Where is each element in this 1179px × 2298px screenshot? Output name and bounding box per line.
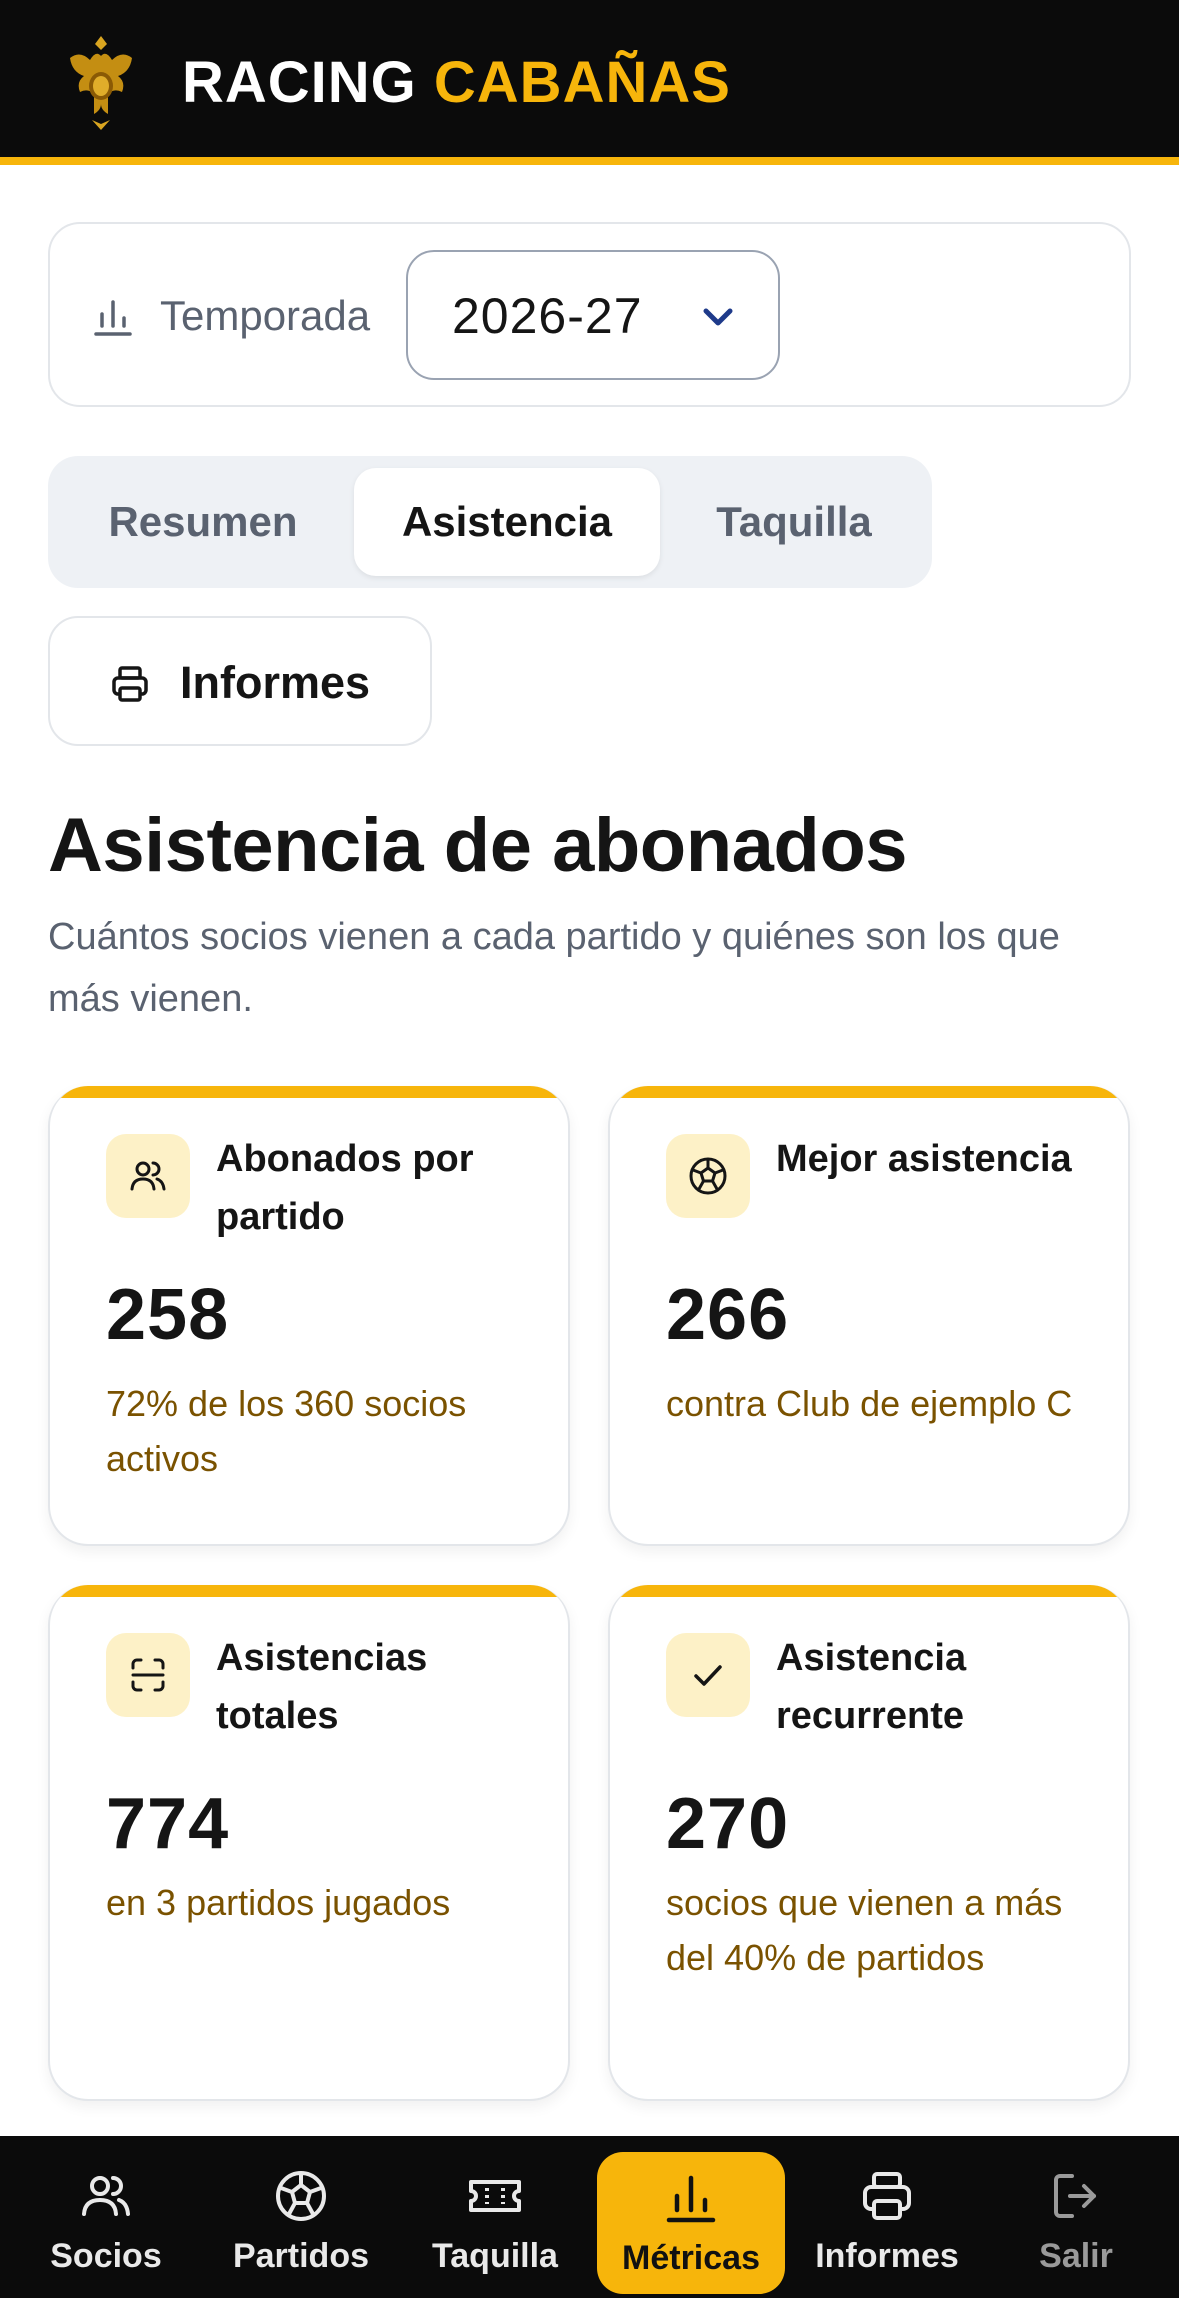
logout-icon	[1054, 2174, 1096, 2218]
ticket-icon	[469, 2180, 521, 2212]
ball-icon	[689, 1157, 727, 1195]
metric-value: 270	[666, 1784, 790, 1864]
section-title: Asistencia de abonados	[48, 803, 908, 888]
metric-card-asistencias-totales: Asistencias totales 774 en 3 partidos ju…	[48, 1585, 570, 2101]
chevron-down-icon	[703, 308, 733, 326]
bar-chart-icon	[666, 2175, 716, 2223]
metric-note: contra Club de ejemplo C	[666, 1383, 1073, 1424]
metric-value: 774	[106, 1784, 230, 1864]
metric-value: 266	[666, 1275, 790, 1355]
reports-button[interactable]: Informes	[48, 616, 432, 746]
metric-title: Asistencias totales	[216, 1637, 428, 1737]
tab-asistencia[interactable]: Asistencia	[354, 468, 660, 576]
metric-card-abonados-por-partido: Abonados por partido 258 72% de los 360 …	[48, 1086, 570, 1546]
users-icon	[130, 1161, 166, 1191]
nav-item-taquilla[interactable]: Taquilla	[401, 2150, 589, 2298]
nav-label: Partidos	[232, 2237, 370, 2275]
metric-note: en 3 partidos jugados	[106, 1882, 451, 1923]
section-tabs: Resumen Asistencia Taquilla	[48, 456, 932, 588]
brand-title: RACING CABAÑAS	[182, 48, 731, 118]
metric-note: 72% de los 360 socios activos	[106, 1383, 467, 1479]
nav-label: Salir	[1039, 2237, 1113, 2275]
bar-chart-icon	[94, 300, 132, 336]
nav-item-salir[interactable]: Salir	[982, 2150, 1170, 2298]
nav-item-informes[interactable]: Informes	[793, 2150, 981, 2298]
nav-item-partidos[interactable]: Partidos	[207, 2150, 395, 2298]
nav-item-socios[interactable]: Socios	[12, 2150, 200, 2298]
nav-item-metricas[interactable]: Métricas	[597, 2152, 785, 2294]
season-filter-card: Temporada 2026-27	[48, 222, 1131, 407]
printer-icon	[112, 666, 148, 702]
printer-icon	[863, 2172, 911, 2220]
users-icon	[82, 2176, 130, 2216]
metric-value: 258	[106, 1275, 230, 1355]
season-label: Temporada	[160, 292, 371, 339]
ball-icon	[276, 2171, 326, 2221]
check-icon	[694, 1665, 722, 1686]
nav-label: Informes	[815, 2237, 959, 2275]
nav-label: Taquilla	[432, 2237, 558, 2275]
section-subtitle: Cuántos socios vienen a cada partido y q…	[48, 916, 1060, 1020]
bottom-nav: Socios Partidos Taquilla Métricas Inform…	[0, 2136, 1179, 2298]
metric-card-mejor-asistencia: Mejor asistencia 266 contra Club de ejem…	[608, 1086, 1130, 1546]
nav-label: Métricas	[622, 2239, 760, 2277]
brand-title-white: RACING	[182, 50, 417, 115]
metric-title: Abonados por partido	[216, 1138, 474, 1238]
metric-title: Mejor asistencia	[776, 1138, 1072, 1180]
brand-title-yellow: CABAÑAS	[433, 50, 731, 115]
app-header: RACING CABAÑAS	[0, 0, 1179, 165]
reports-button-label: Informes	[180, 657, 371, 708]
season-select-value: 2026-27	[452, 288, 643, 344]
club-crest-logo	[70, 36, 132, 130]
scan-icon	[131, 1658, 165, 1692]
season-select[interactable]: 2026-27	[406, 250, 780, 380]
metric-title: Asistencia recurrente	[776, 1637, 967, 1737]
metric-note: socios que vienen a más del 40% de parti…	[666, 1882, 1063, 1978]
metric-card-asistencia-recurrente: Asistencia recurrente 270 socios que vie…	[608, 1585, 1130, 2101]
nav-label: Socios	[50, 2237, 162, 2275]
tab-resumen[interactable]: Resumen	[58, 468, 348, 576]
tab-taquilla[interactable]: Taquilla	[666, 468, 922, 576]
